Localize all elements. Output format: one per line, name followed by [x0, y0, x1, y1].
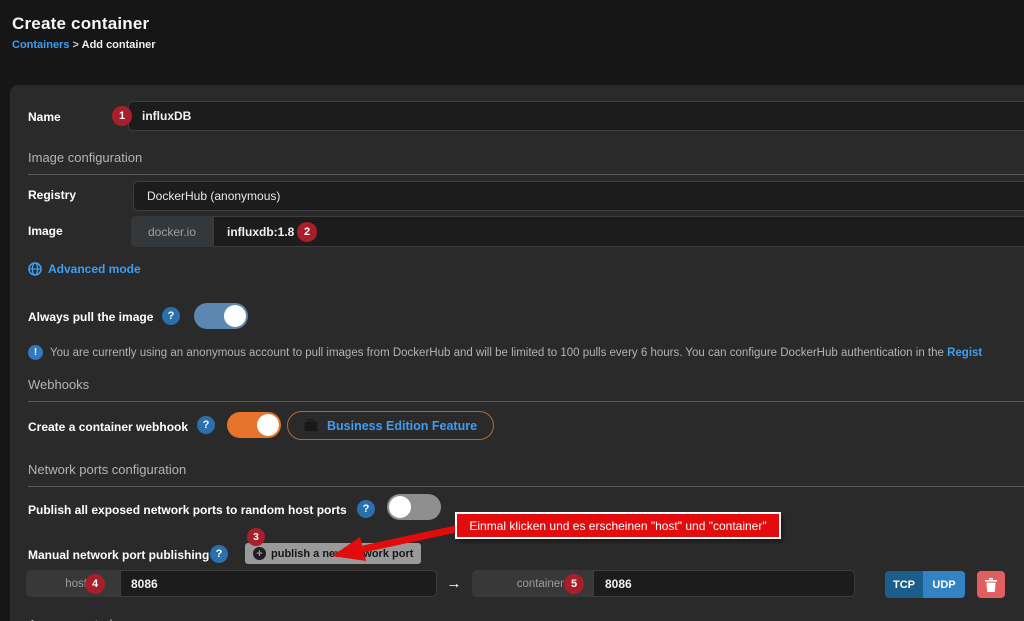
- port-mapping-arrow-icon: →: [441, 570, 467, 597]
- publish-port-button-label: publish a new network port: [271, 548, 413, 560]
- business-edition-pill[interactable]: Business Edition Feature: [287, 411, 494, 440]
- info-icon: !: [28, 345, 43, 360]
- create-container-page: Create container Containers > Add contai…: [0, 0, 1024, 621]
- name-input[interactable]: [128, 101, 1024, 131]
- briefcase-icon: [304, 419, 318, 432]
- manual-publish-label: Manual network port publishing: [28, 548, 209, 562]
- name-label: Name: [28, 110, 61, 124]
- registry-select[interactable]: [133, 181, 1024, 211]
- registries-link[interactable]: Regist: [947, 347, 982, 359]
- breadcrumb: Containers > Add container: [12, 39, 156, 51]
- advanced-mode-link[interactable]: Advanced mode: [28, 262, 141, 276]
- page-title: Create container: [12, 14, 149, 34]
- advanced-mode-label: Advanced mode: [48, 262, 141, 276]
- image-configuration-header: Image configuration: [28, 150, 1024, 175]
- host-port-input[interactable]: [120, 570, 437, 597]
- webhook-label: Create a container webhook: [28, 420, 188, 434]
- breadcrumb-current: Add container: [82, 39, 156, 51]
- image-registry-prefix: docker.io: [131, 216, 213, 247]
- business-edition-label: Business Edition Feature: [327, 419, 477, 433]
- webhooks-header: Webhooks: [28, 377, 1024, 402]
- delete-port-button[interactable]: [977, 571, 1005, 598]
- image-label: Image: [28, 224, 63, 238]
- breadcrumb-containers-link[interactable]: Containers: [12, 39, 69, 51]
- next-section-partial: Access control: [28, 617, 113, 621]
- question-icon[interactable]: ?: [162, 307, 180, 325]
- image-input[interactable]: [213, 216, 1024, 247]
- container-port-input[interactable]: [593, 570, 855, 597]
- plus-circle-icon: +: [253, 547, 266, 560]
- publish-all-label: Publish all exposed network ports to ran…: [28, 503, 347, 517]
- question-icon[interactable]: ?: [210, 545, 228, 563]
- network-ports-header: Network ports configuration: [28, 462, 1024, 487]
- always-pull-toggle[interactable]: [194, 303, 248, 329]
- toggle-knob: [224, 305, 246, 327]
- webhook-toggle[interactable]: [227, 412, 281, 438]
- pull-limit-text: You are currently using an anonymous acc…: [50, 347, 982, 359]
- annotation-callout: Einmal klicken und es erscheinen "host" …: [455, 512, 781, 539]
- udp-button[interactable]: UDP: [923, 571, 965, 598]
- host-port-addon: host: [26, 570, 120, 597]
- publish-all-toggle[interactable]: [387, 494, 441, 520]
- question-icon[interactable]: ?: [357, 500, 375, 518]
- annotation-badge-4: 4: [85, 574, 105, 594]
- toggle-knob: [389, 496, 411, 518]
- globe-icon: [28, 262, 42, 276]
- publish-port-button[interactable]: + publish a new network port: [245, 543, 421, 564]
- annotation-badge-5: 5: [564, 574, 584, 594]
- trash-icon: [985, 578, 997, 592]
- always-pull-label: Always pull the image: [28, 310, 153, 324]
- toggle-knob: [257, 414, 279, 436]
- pull-limit-note: ! You are currently using an anonymous a…: [28, 345, 1024, 360]
- tcp-button[interactable]: TCP: [885, 571, 923, 598]
- question-icon[interactable]: ?: [197, 416, 215, 434]
- breadcrumb-separator: >: [73, 39, 79, 51]
- registry-label: Registry: [28, 188, 76, 202]
- annotation-badge-2: 2: [297, 222, 317, 242]
- annotation-badge-3: 3: [247, 528, 265, 546]
- annotation-badge-1: 1: [112, 106, 132, 126]
